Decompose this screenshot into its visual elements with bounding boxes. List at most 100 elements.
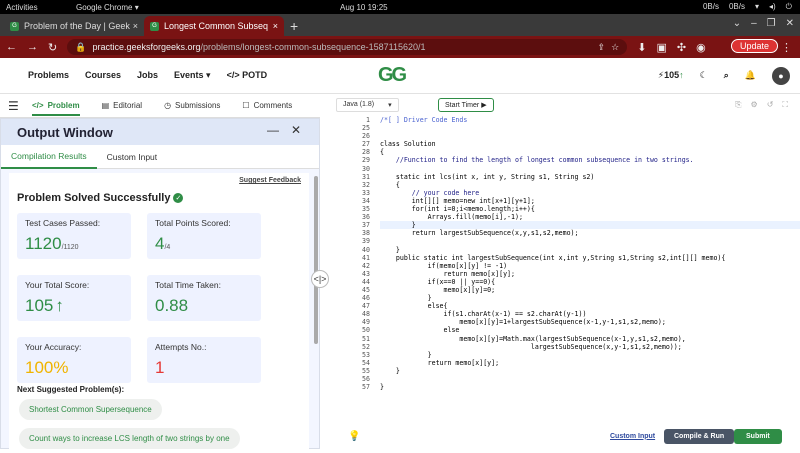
gfg-logo[interactable]: GG (378, 64, 407, 87)
suggestion-chip[interactable]: Shortest Common Supersequence (19, 399, 162, 420)
tab-submissions[interactable]: ◷ Submissions (164, 101, 220, 110)
code-line[interactable]: return memo[x][y]; (380, 270, 800, 278)
back-icon[interactable]: ← (6, 41, 17, 53)
code-line[interactable]: return largestSubSequence(x,y,s1,s2,memo… (380, 229, 800, 237)
code-line[interactable]: Arrays.fill(memo[i],-1); (380, 213, 800, 221)
code-line[interactable]: else{ (380, 302, 800, 310)
code-editor[interactable]: 1 25 26 27 28 29 30 31 32 33 34 35 36 37 38 39 40 41 42 43 4… (330, 116, 800, 423)
code-line[interactable]: { (380, 181, 800, 189)
code-line[interactable]: /*[ ] Driver Code Ends (380, 116, 800, 124)
network-icon: ▾ (754, 2, 759, 11)
code-line[interactable] (380, 132, 800, 140)
suggest-feedback-link[interactable]: Suggest Feedback (239, 177, 301, 184)
user-avatar[interactable]: ● (772, 66, 790, 85)
profile-avatar[interactable]: ◉ (696, 41, 706, 54)
code-line[interactable]: largestSubSequence(x,y-1,s1,s2,memo)); (380, 343, 800, 351)
code-line[interactable] (380, 375, 800, 383)
code-line[interactable]: memo[x][y]=Math.max(largestSubSequence(x… (380, 335, 800, 343)
dark-mode-icon[interactable]: ☾ (700, 70, 708, 81)
bell-icon[interactable]: 🔔 (745, 70, 756, 81)
split-drag-handle[interactable]: <|> (311, 270, 329, 288)
card-label: Test Cases Passed: (25, 218, 101, 228)
browser-tab-lcs[interactable]: G Longest Common Subseq × (144, 16, 284, 36)
code-line[interactable]: public static int largestSubSequence(int… (380, 254, 800, 262)
code-line[interactable]: for(int i=0;i<memo.length;i++){ (380, 205, 800, 213)
suggestion-chip[interactable]: Count ways to increase LCS length of two… (19, 428, 240, 449)
code-line[interactable]: int[][] memo=new int[x+1][y+1]; (380, 197, 800, 205)
custom-input-link[interactable]: Custom Input (610, 433, 655, 440)
language-select[interactable]: Java (1.8) ▾ (336, 98, 399, 112)
browser-tab-potd[interactable]: G Problem of the Day | Geek × (4, 16, 144, 36)
code-line[interactable]: //Function to find the length of longest… (380, 156, 800, 164)
tab-custom-input[interactable]: Custom Input (97, 145, 168, 169)
settings-icon[interactable]: ⚙ (751, 100, 758, 110)
update-button[interactable]: Update (730, 39, 778, 53)
clock[interactable]: Aug 10 19:25 (340, 3, 388, 12)
url-bar[interactable]: 🔒 practice.geeksforgeeks.org/problems/lo… (67, 39, 628, 55)
code-line[interactable]: } (380, 351, 800, 359)
nav-events[interactable]: Events ▾ (174, 70, 211, 81)
code-line[interactable]: static int lcs(int x, int y, String s1, … (380, 173, 800, 181)
code-line[interactable] (380, 124, 800, 132)
code-line[interactable]: { (380, 148, 800, 156)
code-line[interactable]: if(memo[x][y] != -1) (380, 262, 800, 270)
copy-icon[interactable]: ⎘ (735, 100, 741, 110)
code-line[interactable]: if(s1.charAt(x-1) == s2.charAt(y-1)) (380, 310, 800, 318)
nav-problems[interactable]: Problems (28, 70, 69, 81)
streak-badge[interactable]: ⚡105↑ (658, 70, 684, 81)
puzzle-icon[interactable]: ✣ (677, 41, 686, 54)
tab-label: Comments (253, 101, 293, 110)
new-tab-icon[interactable]: + (290, 18, 298, 34)
code-line[interactable]: } (380, 246, 800, 254)
tab-search-icon[interactable]: ⌄ (733, 18, 741, 29)
tab-comments[interactable]: ☐ Comments (242, 101, 292, 110)
nav-jobs[interactable]: Jobs (137, 70, 158, 81)
app-menu[interactable]: Google Chrome ▾ (76, 3, 139, 12)
code-line[interactable] (380, 165, 800, 173)
code-line[interactable]: } (380, 294, 800, 302)
output-scrollbar[interactable] (314, 176, 318, 344)
code-line[interactable]: return memo[x][y]; (380, 359, 800, 367)
fullscreen-icon[interactable]: ⛶ (782, 100, 788, 110)
reload-icon[interactable]: ↻ (48, 41, 57, 54)
code-line[interactable]: } (380, 383, 800, 391)
reset-icon[interactable]: ↺ (767, 100, 774, 110)
submit-button[interactable]: Submit (734, 428, 782, 444)
code-line[interactable]: if(x==0 || y==0){ (380, 278, 800, 286)
close-icon[interactable]: ✕ (291, 123, 301, 137)
search-icon[interactable]: ⌕ (724, 70, 729, 81)
minimize-icon[interactable]: — (267, 123, 279, 137)
close-tab-icon[interactable]: × (273, 21, 278, 31)
code-line[interactable]: } (380, 367, 800, 375)
code-line[interactable]: } (380, 221, 800, 230)
code-line[interactable]: // your code here (380, 189, 800, 197)
code-lines[interactable]: /*[ ] Driver Code Ends class Solution{ //… (380, 116, 800, 391)
start-timer-button[interactable]: Start Timer ▶ (438, 98, 494, 112)
system-tray[interactable]: 0B/s 0B/s ▾ ◂) ⏻ (703, 2, 792, 12)
forward-icon[interactable]: → (27, 41, 38, 53)
activities-button[interactable]: Activities (6, 3, 38, 12)
hamburger-icon[interactable]: ☰ (8, 99, 22, 113)
share-icon[interactable]: ⇪ (598, 42, 606, 53)
code-line[interactable]: else (380, 326, 800, 334)
code-line[interactable]: memo[x][y]=0; (380, 286, 800, 294)
compile-run-button[interactable]: Compile & Run (664, 428, 735, 444)
nav-courses[interactable]: Courses (85, 70, 121, 81)
line-number: 28 (362, 148, 370, 157)
nav-potd[interactable]: </> POTD (227, 70, 268, 81)
tab-problem[interactable]: </> Problem (32, 101, 80, 116)
close-window-icon[interactable]: ✕ (786, 18, 794, 29)
extension-icon[interactable]: ⬇ (637, 41, 646, 54)
tab-editorial[interactable]: ▤ Editorial (102, 101, 142, 110)
code-line[interactable] (380, 237, 800, 245)
extension-icon-2[interactable]: ▣ (656, 41, 666, 54)
code-line[interactable]: class Solution (380, 140, 800, 148)
maximize-icon[interactable]: ❐ (767, 18, 776, 29)
tab-compilation-results[interactable]: Compilation Results (1, 145, 97, 169)
code-line[interactable]: memo[x][y]=1+largestSubSequence(x-1,y-1,… (380, 318, 800, 326)
kebab-menu-icon[interactable]: ⋮ (781, 41, 792, 54)
bookmark-star-icon[interactable]: ☆ (611, 42, 619, 53)
close-tab-icon[interactable]: × (133, 21, 138, 31)
minimize-icon[interactable]: – (751, 18, 757, 29)
lightbulb-icon[interactable]: 💡 (348, 431, 360, 442)
